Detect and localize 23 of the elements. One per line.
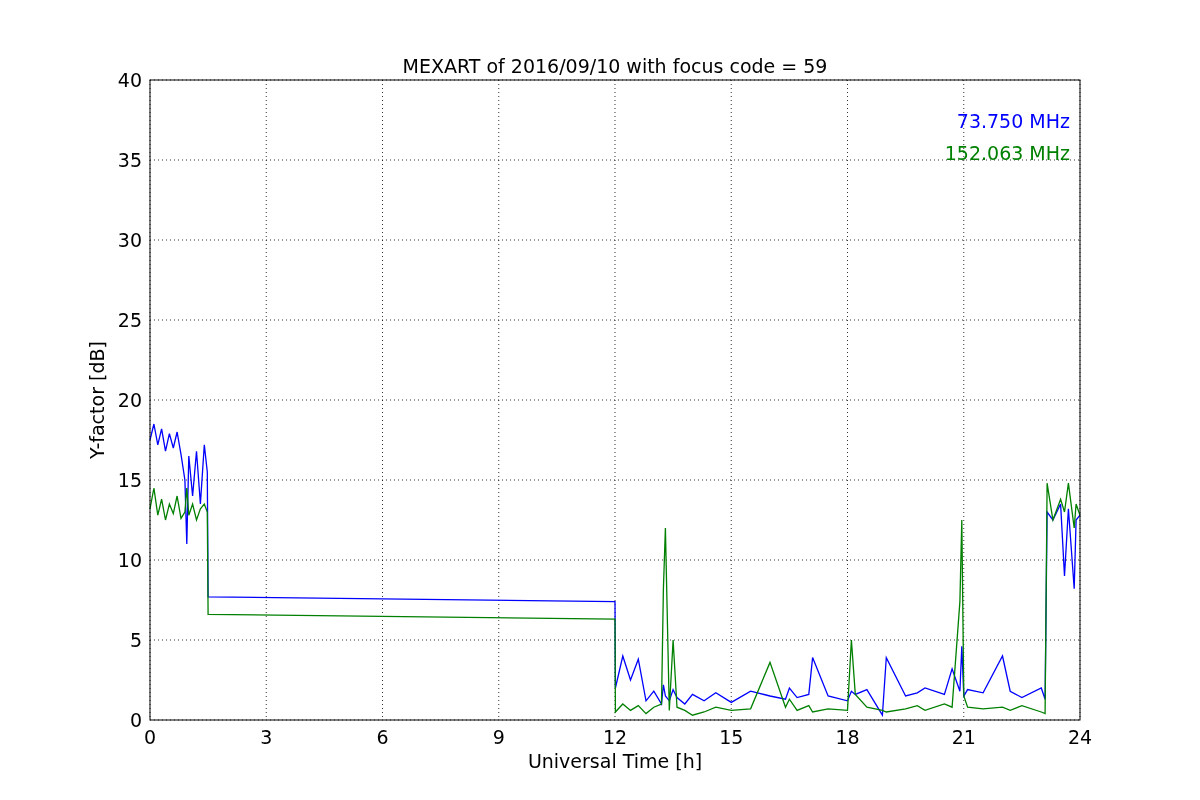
chart-title: MEXART of 2016/09/10 with focus code = 59 (402, 55, 828, 77)
tick-label: 15 (117, 469, 142, 491)
tick-label: 15 (719, 726, 744, 748)
tick-label: 18 (835, 726, 860, 748)
tick-label: 24 (1067, 726, 1093, 748)
tick-label: 40 (117, 69, 142, 91)
tick-label: 10 (117, 549, 142, 571)
tick-label: 6 (376, 726, 389, 748)
tick-label: 3 (260, 726, 273, 748)
tick-label: 35 (117, 149, 142, 171)
tick-label: 0 (143, 726, 157, 748)
tick-label: 25 (117, 309, 142, 331)
tick-label: 30 (117, 229, 142, 251)
legend-label: 73.750 MHz (956, 110, 1070, 132)
tick-label: 0 (129, 709, 142, 731)
y-axis-label: Y-factor [dB] (86, 341, 108, 459)
legend-label: 152.063 MHz (944, 142, 1070, 164)
tick-label: 5 (129, 629, 142, 651)
tick-label: 12 (602, 726, 628, 748)
x-axis-label: Universal Time [h] (527, 750, 703, 772)
tick-label: 21 (951, 726, 976, 748)
tick-label: 9 (492, 726, 505, 748)
tick-label: 20 (117, 389, 142, 411)
